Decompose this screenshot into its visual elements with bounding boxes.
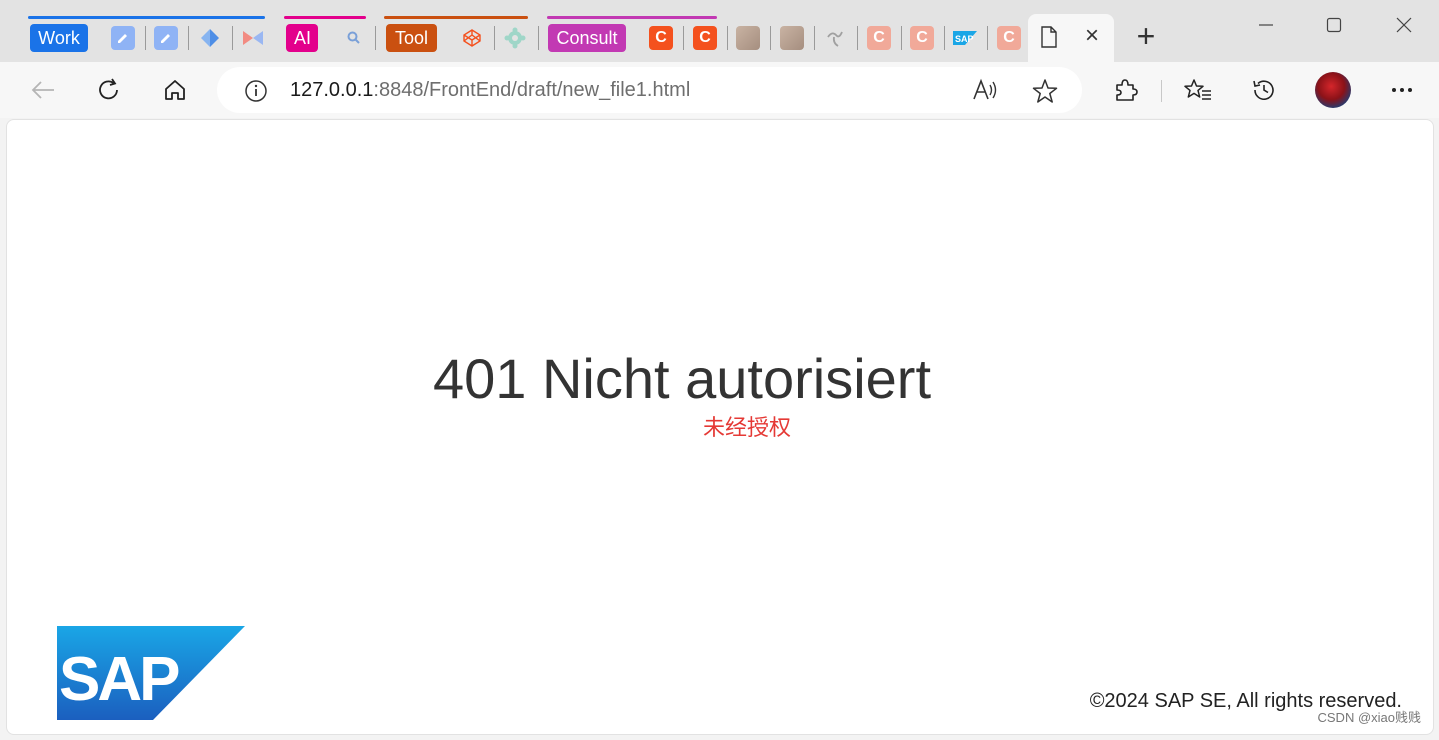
tab-separator [814,26,815,50]
site-info-icon[interactable] [244,79,268,108]
tab-separator [538,26,539,50]
tab-separator [494,26,495,50]
tab-page-icon [1040,26,1058,53]
close-window-button[interactable] [1384,10,1424,40]
tab-separator [232,26,233,50]
error-subtitle: 未经授权 [702,415,791,440]
tab-separator [944,26,945,50]
tab-group-ai-bar [284,16,366,19]
browser-toolbar: 127.0.0.1:8848/FrontEnd/draft/new_file1.… [0,62,1439,118]
tab-csdn-icon[interactable]: C [997,26,1021,50]
tab-group-consult[interactable]: Consult [548,24,626,52]
tab-separator [188,26,189,50]
tab-separator [857,26,858,50]
profile-avatar[interactable] [1315,72,1351,108]
tab-codepen-icon[interactable] [460,26,484,50]
favorites-icon[interactable] [1180,72,1216,108]
new-tab-button[interactable]: + [1130,18,1162,54]
tab-bowtie-icon[interactable] [241,26,265,50]
tab-separator [375,26,376,50]
sap-logo: SAP [57,626,245,720]
tab-separator [770,26,771,50]
tab-group-work[interactable]: Work [30,24,88,52]
url-text[interactable]: 127.0.0.1:8848/FrontEnd/draft/new_file1.… [290,78,690,102]
tab-separator [901,26,902,50]
tab-strip: Work AI Tool Consult C C C C SAP C × + [0,0,1439,64]
tab-edit-icon[interactable] [111,26,135,50]
tab-edit-icon[interactable] [154,26,178,50]
page-content: 401 Nicht autorisiert 未经授权 SAP ©2024 SAP… [6,119,1434,735]
url-path: :8848/FrontEnd/draft/new_file1.html [373,79,691,101]
tab-group-consult-bar [547,16,717,19]
home-button[interactable] [157,72,193,108]
tab-csdn-icon[interactable]: C [649,26,673,50]
tab-csdn-icon[interactable]: C [867,26,891,50]
toolbar-divider [1161,80,1162,102]
tab-close-button[interactable]: × [1078,22,1106,50]
refresh-button[interactable] [91,72,127,108]
sap-logo-text: SAP [59,645,179,714]
tab-separator [145,26,146,50]
tab-csdn-icon[interactable]: C [910,26,934,50]
tab-image-icon[interactable] [736,26,760,50]
maximize-button[interactable] [1314,10,1354,40]
read-aloud-icon[interactable] [972,78,1000,107]
tab-group-tool[interactable]: Tool [386,24,437,52]
tab-separator [987,26,988,50]
tab-group-tool-bar [384,16,528,19]
more-menu-icon[interactable] [1384,72,1420,108]
tab-sap-icon[interactable]: SAP [953,26,977,50]
svg-text:SAP: SAP [955,34,974,44]
history-icon[interactable] [1246,72,1282,108]
watermark-text: CSDN @xiao贱贱 [1317,710,1422,725]
favorite-star-icon[interactable] [1032,78,1058,109]
error-title: 401 Nicht autorisiert [432,347,931,410]
back-button[interactable] [25,72,61,108]
tab-jira-icon[interactable] [198,26,222,50]
tab-group-work-bar [28,16,265,19]
url-host: 127.0.0.1 [290,79,374,101]
tab-csdn-icon[interactable]: C [693,26,717,50]
tab-separator [727,26,728,50]
tab-separator [683,26,684,50]
minimize-button[interactable] [1246,10,1286,40]
active-tab[interactable]: × [1028,14,1114,64]
tab-search-icon[interactable] [342,26,366,50]
tab-figure-icon[interactable] [823,26,847,50]
extensions-icon[interactable] [1107,72,1143,108]
tab-group-ai[interactable]: AI [286,24,318,52]
address-bar[interactable]: 127.0.0.1:8848/FrontEnd/draft/new_file1.… [217,67,1082,113]
tab-image-icon[interactable] [780,26,804,50]
tab-gear-icon[interactable] [503,26,527,50]
